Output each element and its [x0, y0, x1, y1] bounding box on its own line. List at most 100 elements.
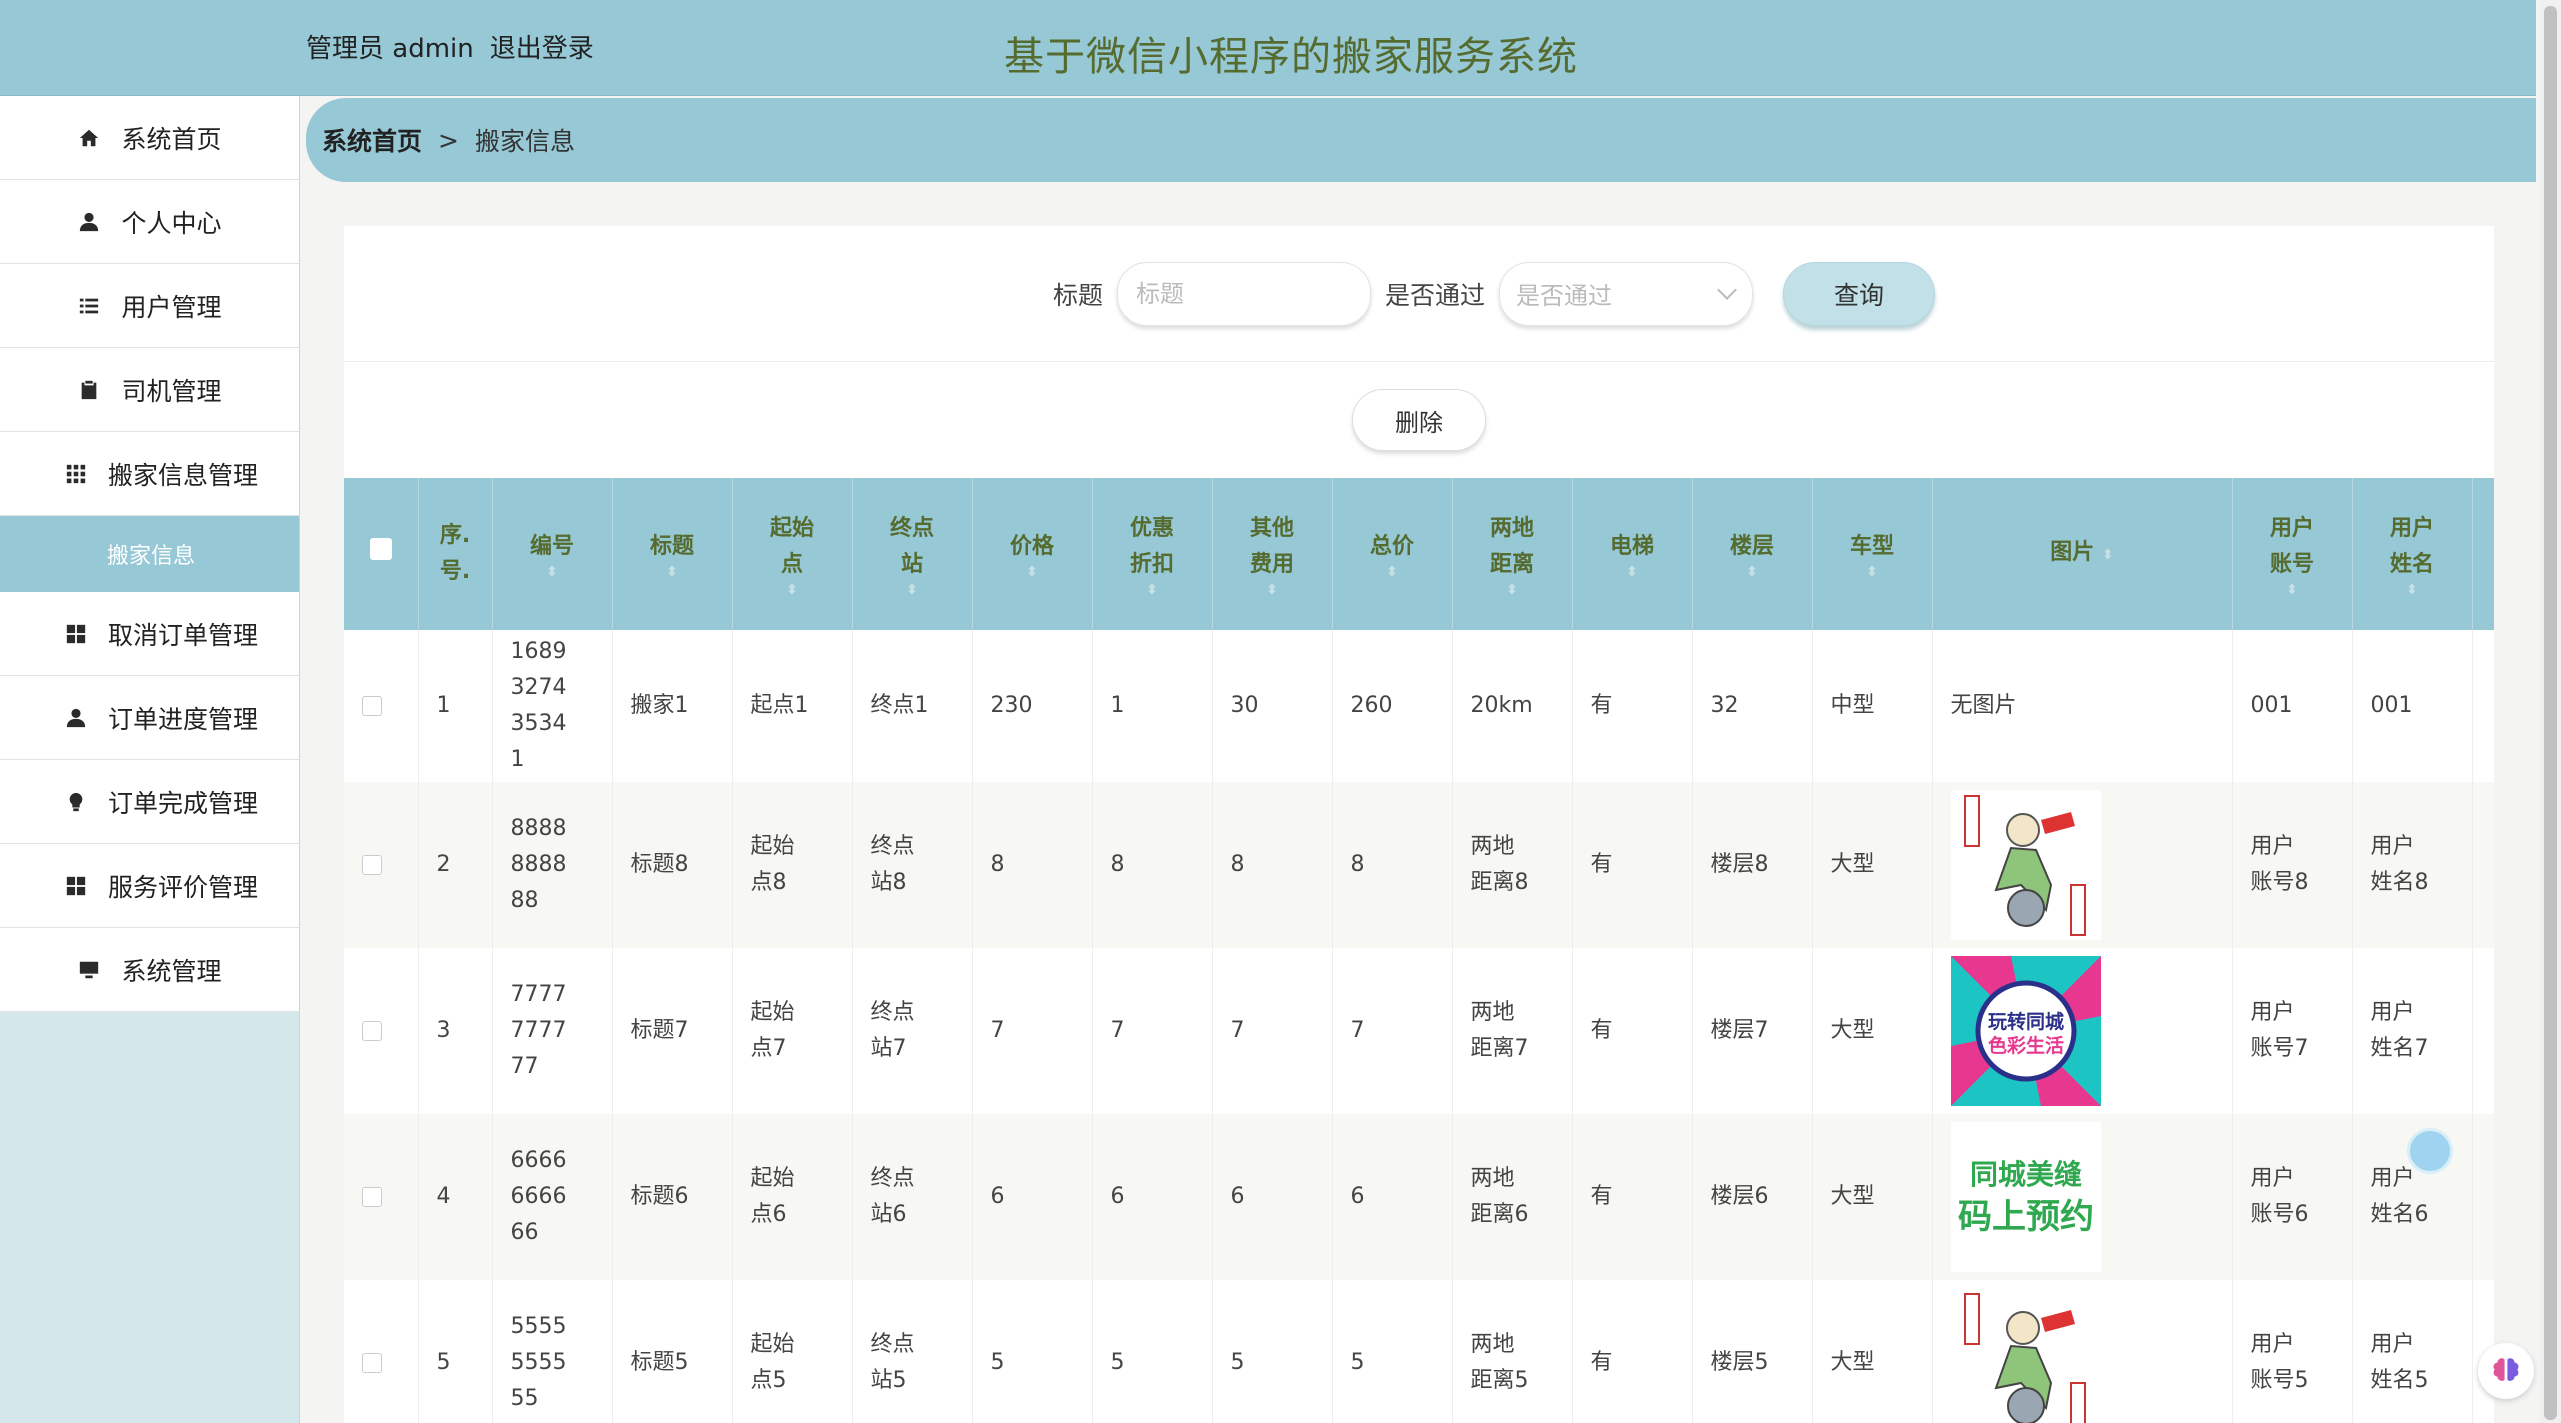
col-start[interactable]: 起始 点 ⬍: [732, 478, 853, 630]
scrollbar-thumb[interactable]: [2544, 6, 2557, 1420]
cell-image: 同城美缝 码上预约: [1932, 1114, 2233, 1280]
cell-user-account: 001: [2232, 630, 2353, 782]
table-row[interactable]: 1 1689 3274 3534 1 搬家1 起点1 终点1 230 1 30 260 20km 有…: [344, 630, 2494, 782]
cell-elevator: 有: [1572, 1280, 1693, 1423]
breadcrumb-separator: >: [438, 125, 459, 155]
moving-info-table: 序. 号. 编号 ⬍ 标题 ⬍ 起始 点 ⬍ 终点 站 ⬍ 价格 ⬍ 优惠 折扣 ⬍ 其他 …: [344, 478, 2494, 1423]
title-label: 标题: [1052, 280, 1103, 310]
col-index[interactable]: 序. 号.: [418, 478, 493, 630]
col-label: 总价: [1369, 534, 1414, 559]
cell-text: 有: [1590, 1018, 1613, 1043]
cell-elevator: 有: [1572, 630, 1693, 782]
sort-icon: ⬍: [1506, 582, 1518, 598]
col-label: 起始 点: [769, 516, 814, 577]
monitor-icon: [77, 958, 101, 982]
col-other-fee[interactable]: 其他 费用 ⬍: [1212, 478, 1333, 630]
sidebar-item-system[interactable]: 系统管理: [0, 928, 299, 1012]
cell-code: 7777 7777 77: [492, 948, 613, 1114]
select-all-header: [344, 478, 419, 630]
sort-icon: ⬍: [1746, 564, 1758, 580]
sidebar-subitem-moving-info[interactable]: 搬家信息: [0, 516, 299, 592]
title-search-input[interactable]: [1117, 261, 1371, 326]
cell-other-fee: 7: [1212, 948, 1333, 1114]
col-user-account[interactable]: 用户 账号 ⬍: [2232, 478, 2353, 630]
floating-assistant-dot[interactable]: [2407, 1128, 2453, 1174]
cell-text: 20km: [1470, 693, 1533, 718]
row-checkbox[interactable]: [362, 1187, 382, 1207]
row-checkbox[interactable]: [362, 1021, 382, 1041]
grid-icon: [64, 874, 88, 898]
bulb-icon: [64, 790, 88, 814]
sidebar-item-order-complete[interactable]: 订单完成管理: [0, 760, 299, 844]
col-code[interactable]: 编号 ⬍: [492, 478, 613, 630]
cell-price: 7: [972, 948, 1093, 1114]
cell-title: 标题6: [612, 1114, 733, 1280]
sidebar-item-service-review[interactable]: 服务评价管理: [0, 844, 299, 928]
col-label: 价格: [1009, 534, 1054, 559]
cell-elevator: 有: [1572, 1114, 1693, 1280]
cell-text: 无图片: [1950, 693, 2017, 718]
cell-text: 001: [2370, 693, 2413, 718]
brain-icon[interactable]: [2478, 1343, 2534, 1399]
col-image[interactable]: 图片 ⬍: [1932, 478, 2233, 630]
col-user-name[interactable]: 用户 姓名 ⬍: [2352, 478, 2473, 630]
col-car-type[interactable]: 车型 ⬍: [1812, 478, 1933, 630]
col-discount[interactable]: 优惠 折扣 ⬍: [1092, 478, 1213, 630]
query-button[interactable]: 查询: [1783, 261, 1936, 326]
sidebar-item-label: 个人中心: [121, 208, 222, 238]
sidebar-item-users[interactable]: 用户管理: [0, 264, 299, 348]
sidebar-item-profile[interactable]: 个人中心: [0, 180, 299, 264]
col-title[interactable]: 标题 ⬍: [612, 478, 733, 630]
row-select-cell: [344, 630, 419, 782]
col-distance[interactable]: 两地 距离 ⬍: [1452, 478, 1573, 630]
cell-text: 两地 距离6: [1470, 1166, 1529, 1227]
cell-start: 起始 点6: [732, 1114, 853, 1280]
cell-start: 起点1: [732, 630, 853, 782]
logout-link[interactable]: 退出登录: [490, 28, 594, 65]
cell-total: 5: [1332, 1280, 1453, 1423]
cell-discount: 8: [1092, 782, 1213, 948]
row-checkbox[interactable]: [362, 696, 382, 716]
page-scrollbar[interactable]: [2540, 0, 2561, 1423]
cell-user-account: 用户 账号8: [2232, 782, 2353, 948]
cell-end: 终点 站8: [852, 782, 973, 948]
delete-button[interactable]: 删除: [1352, 389, 1486, 451]
table-row[interactable]: 2 8888 8888 88 标题8 起始 点8 终点 站8 8 8 8 8 两地 距离8 有 楼层8…: [344, 782, 2494, 948]
cell-image: [1932, 782, 2233, 948]
col-elevator[interactable]: 电梯 ⬍: [1572, 478, 1693, 630]
cell-start: 起始 点5: [732, 1280, 853, 1423]
sidebar-item-label: 取消订单管理: [108, 620, 259, 650]
table-row[interactable]: 4 6666 6666 66 标题6 起始 点6 终点 站6 6 6 6 6 两地 距离6 有 楼层6…: [344, 1114, 2494, 1280]
sidebar-item-home[interactable]: 系统首页: [0, 96, 299, 180]
col-total[interactable]: 总价 ⬍: [1332, 478, 1453, 630]
cell-image: 无图片: [1932, 630, 2233, 782]
sidebar-item-order-progress[interactable]: 订单进度管理: [0, 676, 299, 760]
cell-elevator: 有: [1572, 948, 1693, 1114]
chevron-down-icon: [1717, 279, 1737, 300]
cell-index: 2: [418, 782, 493, 948]
poster-thumbnail: [1950, 790, 2101, 940]
pass-select[interactable]: 是否通过: [1499, 261, 1754, 326]
breadcrumb-home[interactable]: 系统首页: [322, 122, 422, 158]
sort-icon: ⬍: [2406, 582, 2418, 598]
sidebar-item-drivers[interactable]: 司机管理: [0, 348, 299, 432]
select-all-checkbox[interactable]: [369, 538, 392, 560]
cell-text: 终点 站8: [870, 834, 915, 895]
col-label: 优惠 折扣: [1129, 516, 1174, 577]
row-checkbox[interactable]: [362, 855, 382, 875]
col-end[interactable]: 终点 站 ⬍: [852, 478, 973, 630]
cell-text: 5: [436, 1350, 451, 1375]
poster-thumbnail: 玩转同城 色彩生活: [1950, 956, 2101, 1106]
cell-distance: 两地 距离5: [1452, 1280, 1573, 1423]
sidebar-item-cancel-orders[interactable]: 取消订单管理: [0, 592, 299, 676]
table-row[interactable]: 3 7777 7777 77 标题7 起始 点7 终点 站7 7 7 7 7 两地 距离7 有 楼层7…: [344, 948, 2494, 1114]
col-floor[interactable]: 楼层 ⬍: [1692, 478, 1813, 630]
col-label: 终点 站: [889, 516, 934, 577]
col-label: 两地 距离: [1489, 516, 1534, 577]
row-checkbox[interactable]: [362, 1353, 382, 1373]
cell-text: 标题7: [630, 1018, 689, 1043]
table-row[interactable]: 5 5555 5555 55 标题5 起始 点5 终点 站5 5 5 5 5 两地 距离5 有 楼层5…: [344, 1280, 2494, 1423]
sidebar-item-moving-info[interactable]: 搬家信息管理: [0, 432, 299, 516]
col-price[interactable]: 价格 ⬍: [972, 478, 1093, 630]
cell-text: 有: [1590, 852, 1613, 877]
